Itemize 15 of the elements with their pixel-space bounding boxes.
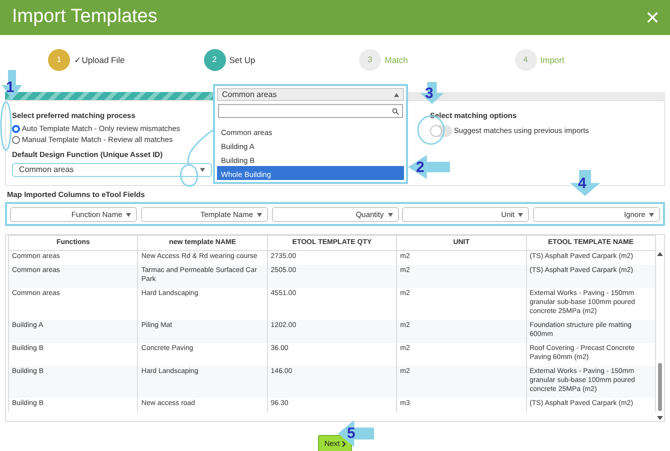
callout-number: 3: [425, 86, 434, 101]
step-label: Import: [540, 54, 564, 66]
step-number: 4: [514, 49, 536, 71]
step-number: 2: [204, 49, 226, 71]
step-number: 3: [359, 49, 381, 71]
window-title: Import Templates: [12, 5, 158, 30]
dropdown-select[interactable]: Common areas: [217, 88, 404, 101]
design-function-select[interactable]: Common areas: [12, 162, 212, 176]
step-number: 1: [48, 49, 70, 71]
step-label: ✓Upload File: [74, 54, 125, 66]
callout-number: 2: [416, 160, 424, 175]
callout-number: 4: [578, 176, 586, 191]
step-label: Set Up: [229, 54, 256, 66]
callout-number: 1: [6, 80, 14, 95]
step-label: Match: [384, 54, 408, 66]
